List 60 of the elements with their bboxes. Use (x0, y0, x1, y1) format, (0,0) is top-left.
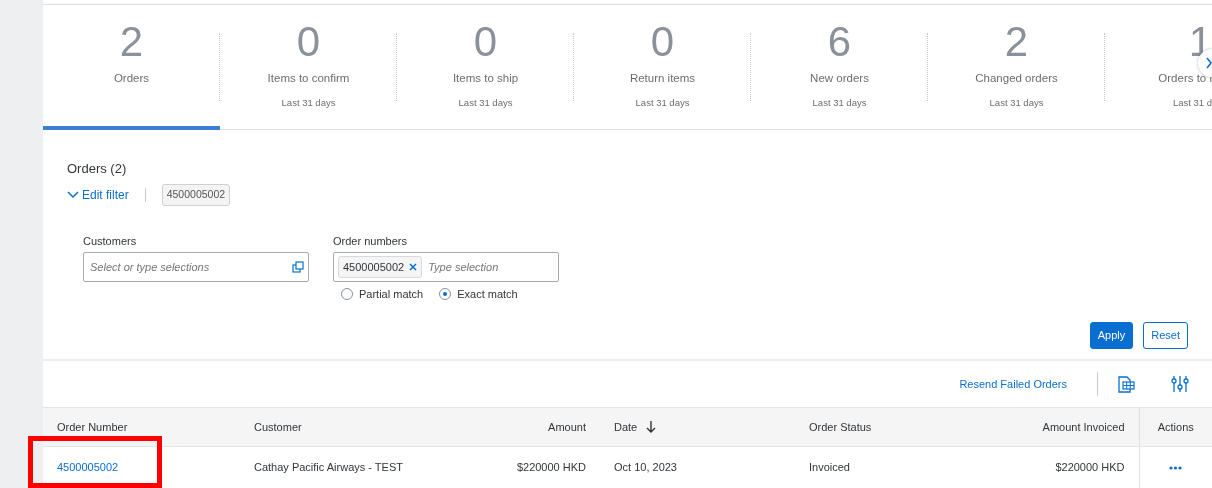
column-header[interactable]: Date (600, 407, 795, 447)
close-icon[interactable] (409, 262, 418, 271)
input-field[interactable]: 4500005002 Type selection (333, 251, 559, 282)
column-header[interactable]: Order Status (795, 407, 1000, 447)
more-icon[interactable] (1169, 466, 1183, 471)
copy-icon[interactable] (292, 260, 304, 273)
kpi-period: Last 31 d (1172, 97, 1212, 108)
kpi-value: 2 (1004, 18, 1029, 65)
section-title: Orders (2) (67, 160, 127, 178)
radio-label: Partial match (359, 286, 424, 302)
sort-arrow-icon (645, 420, 658, 434)
kpi-period: Last 31 days (635, 97, 690, 108)
token[interactable]: 4500005002 (338, 255, 423, 278)
table-cell: Invoiced (795, 446, 1000, 488)
kpi-label: New orders (810, 72, 869, 84)
kpi-value: 0 (650, 18, 675, 65)
kpi-tile[interactable]: 2 Orders (43, 5, 220, 129)
chevron-down-icon (67, 190, 79, 200)
column-header[interactable]: Customer (240, 407, 490, 447)
toolbar-link[interactable]: Resend Failed Orders (959, 375, 1067, 393)
kpi-label: Changed orders (975, 72, 1058, 84)
table-cell: $220000 HKD (490, 446, 600, 488)
order-link[interactable]: 4500005002 (57, 461, 119, 473)
column-header[interactable]: Order Number (43, 407, 240, 447)
text-input[interactable]: Type selection (426, 257, 554, 276)
reset-button[interactable]: Reset (1143, 322, 1188, 349)
edit-filter-link[interactable]: Edit filter (67, 185, 129, 204)
filter-token: 4500005002 (161, 184, 231, 206)
kpi-tile[interactable]: 0 Return items Last 31 days (574, 5, 751, 129)
field-label: Order numbers (333, 234, 407, 247)
column-header[interactable]: Amount Invoiced (1000, 407, 1139, 447)
table-cell: $220000 HKD (1000, 446, 1139, 488)
kpi-period: Last 31 days (458, 97, 513, 108)
kpi-label: Return items (629, 72, 696, 84)
kpi-tile[interactable]: 0 Items to ship Last 31 days (397, 5, 574, 129)
text-input[interactable]: Select or type selections (88, 257, 288, 276)
kpi-tile[interactable]: 0 Items to confirm Last 31 days (220, 5, 397, 129)
kpi-value: 0 (296, 18, 321, 65)
chevron-right-icon (1206, 56, 1212, 70)
radio-label: Exact match (457, 286, 518, 302)
kpi-period: Last 31 days (989, 97, 1044, 108)
kpi-period: Last 31 days (812, 97, 867, 108)
kpi-tile[interactable]: 6 New orders Last 31 days (751, 5, 928, 129)
table-cell: Oct 10, 2023 (600, 446, 795, 488)
field-label: Customers (83, 234, 137, 247)
kpi-value: 6 (827, 18, 852, 65)
kpi-value: 0 (473, 18, 498, 65)
kpi-period: Last 31 days (281, 97, 336, 108)
apply-button[interactable]: Apply (1089, 322, 1134, 349)
column-header[interactable]: Actions (1139, 407, 1212, 447)
column-header[interactable]: Amount (490, 407, 600, 447)
spreadsheet-icon[interactable] (1116, 374, 1136, 394)
settings-icon[interactable] (1170, 374, 1190, 394)
kpi-tile[interactable]: 2 Changed orders Last 31 days (928, 5, 1105, 129)
table-cell: Cathay Pacific Airways - TEST (240, 446, 490, 488)
kpi-label: Items to ship (452, 72, 519, 84)
input-field[interactable]: Select or type selections (83, 251, 309, 282)
kpi-label: Items to confirm (267, 72, 350, 84)
kpi-label: Orders (113, 72, 150, 84)
kpi-value: 2 (119, 18, 144, 65)
